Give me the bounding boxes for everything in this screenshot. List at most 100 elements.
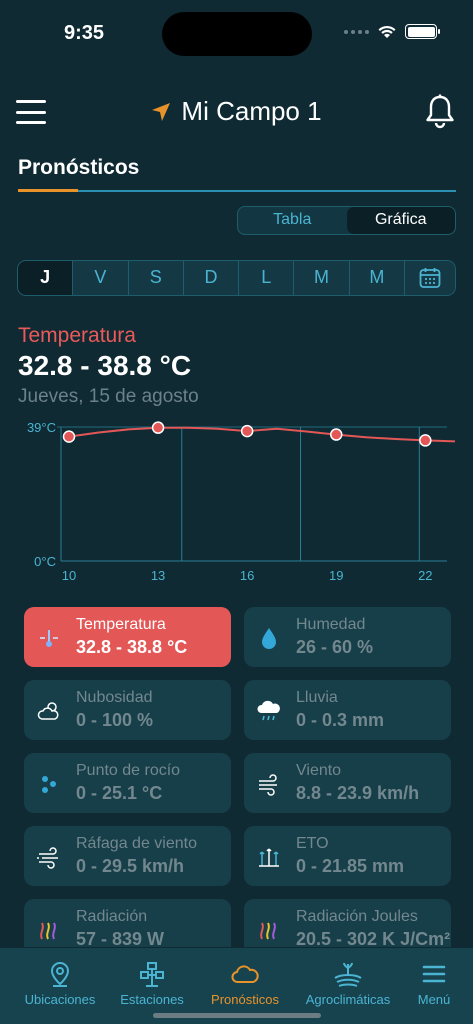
- card-nubosidad[interactable]: Nubosidad 0 - 100 %: [24, 680, 231, 740]
- chart-grid: [57, 426, 447, 562]
- card-value: 26 - 60 %: [296, 637, 374, 657]
- menu-icon: [422, 965, 446, 983]
- card-label: Temperatura: [76, 616, 166, 633]
- nav-menu[interactable]: Menú: [406, 960, 462, 1007]
- day-tab-1[interactable]: V: [73, 261, 129, 295]
- nav-label: Pronósticos: [211, 992, 279, 1007]
- bell-icon[interactable]: [423, 94, 457, 130]
- card-value: 0 - 25.1 °C: [76, 783, 163, 803]
- chart-y-tick-label: 39°C: [27, 420, 56, 435]
- chart-x-tick-label: 22: [418, 568, 432, 583]
- wind-icon: [259, 774, 277, 796]
- calendar-button[interactable]: [404, 261, 455, 295]
- location-title[interactable]: Mi Campo 1: [0, 96, 473, 127]
- nav-label: Menú: [417, 992, 451, 1007]
- card-temperatura[interactable]: Temperatura 32.8 - 38.8 °C: [24, 607, 231, 667]
- chart-point: [329, 428, 343, 441]
- card-value: 0 - 100 %: [76, 710, 154, 730]
- chart-x-tick-label: 16: [240, 568, 254, 583]
- nav-pronosticos[interactable]: Pronósticos: [204, 960, 286, 1007]
- evapotranspiration-icon: [259, 848, 279, 867]
- chart-y-ticks: 39°C 0°C: [27, 420, 56, 569]
- droplet-icon: [262, 628, 276, 649]
- chart-x-tick-label: 19: [329, 568, 343, 583]
- dew-drops-icon: [42, 776, 56, 793]
- home-indicator: [153, 1013, 321, 1018]
- chart-y-tick-label: 0°C: [34, 554, 56, 569]
- nav-estaciones[interactable]: Estaciones: [116, 960, 188, 1007]
- card-label: Radiación: [76, 908, 148, 925]
- nav-agroclimaticas[interactable]: Agroclimáticas: [302, 960, 394, 1007]
- card-value: 8.8 - 23.9 km/h: [296, 783, 420, 803]
- tab-underline: [18, 190, 456, 192]
- card-value: 20.5 - 302 K J/Cm²: [296, 929, 451, 947]
- toggle-tabla[interactable]: Tabla: [238, 207, 347, 234]
- chart-point: [62, 430, 76, 443]
- card-eto[interactable]: ETO 0 - 21.85 mm: [244, 826, 451, 886]
- status-bar: 9:35: [0, 0, 473, 70]
- chart-x-tick-label: 13: [151, 568, 165, 583]
- card-rafaga-de-viento[interactable]: Ráfaga de viento 0 - 29.5 km/h: [24, 826, 231, 886]
- chart-point: [151, 421, 165, 434]
- selected-metric-name: Temperatura: [18, 324, 136, 347]
- card-value: 0 - 21.85 mm: [296, 856, 405, 876]
- day-tab-6[interactable]: M: [349, 261, 405, 295]
- card-humedad[interactable]: Humedad 26 - 60 %: [244, 607, 451, 667]
- temperature-line: [68, 426, 456, 443]
- cellular-signal-icon: [344, 29, 369, 34]
- day-tab-2[interactable]: S: [128, 261, 184, 295]
- card-value: 32.8 - 38.8 °C: [76, 637, 188, 657]
- chart-markers: [62, 421, 432, 447]
- card-label: Lluvia: [296, 689, 338, 706]
- thermometer-icon: [40, 630, 58, 647]
- cloud-icon: [231, 965, 259, 983]
- nav-label: Agroclimáticas: [305, 992, 391, 1007]
- card-radiacion-joules[interactable]: Radiación Joules 20.5 - 302 K J/Cm²: [244, 899, 451, 947]
- status-icons: [344, 24, 440, 39]
- card-value: 0 - 0.3 mm: [296, 710, 385, 730]
- radiation-icon: [260, 922, 276, 940]
- card-punto-de-rocio[interactable]: Punto de rocío 0 - 25.1 °C: [24, 753, 231, 813]
- chart-x-tick-label: 10: [62, 568, 76, 583]
- card-radiacion[interactable]: Radiación 57 - 839 W: [24, 899, 231, 947]
- card-label: Punto de rocío: [76, 762, 181, 779]
- nav-label: Ubicaciones: [24, 992, 96, 1007]
- day-tab-5[interactable]: M: [294, 261, 350, 295]
- card-label: Humedad: [296, 616, 366, 633]
- card-lluvia[interactable]: Lluvia 0 - 0.3 mm: [244, 680, 451, 740]
- wifi-icon: [378, 25, 396, 38]
- calendar-icon: [419, 268, 441, 288]
- chart-point: [240, 424, 254, 438]
- day-tab-4[interactable]: L: [239, 261, 295, 295]
- card-viento[interactable]: Viento 8.8 - 23.9 km/h: [244, 753, 451, 813]
- selected-date: Jueves, 15 de agosto: [18, 386, 199, 407]
- view-toggle: Tabla Gráfica: [237, 206, 456, 235]
- selected-metric-range: 32.8 - 38.8 °C: [18, 350, 192, 381]
- field-icon: [334, 962, 362, 987]
- gust-icon: [37, 847, 58, 869]
- tab-pronosticos[interactable]: Pronósticos: [18, 156, 139, 180]
- battery-icon: [405, 24, 440, 39]
- chart-x-ticks: 10 13 16 19 22: [62, 568, 433, 583]
- camera-notch: [162, 12, 312, 56]
- station-icon: [140, 962, 164, 987]
- location-pin-icon: [50, 961, 70, 987]
- rain-cloud-icon: [257, 700, 280, 721]
- tab-underline-active: [18, 189, 78, 192]
- temperature-chart[interactable]: 39°C 0°C 10 13 16 19 22: [0, 415, 473, 590]
- nav-ubicaciones[interactable]: Ubicaciones: [20, 960, 100, 1007]
- card-label: Nubosidad: [76, 689, 153, 706]
- location-arrow-icon: [152, 102, 171, 121]
- cloud-sun-icon: [37, 702, 59, 720]
- status-time: 9:35: [64, 22, 105, 44]
- location-title-text: Mi Campo 1: [181, 96, 322, 126]
- toggle-grafica[interactable]: Gráfica: [346, 207, 455, 234]
- radiation-icon: [40, 922, 56, 940]
- day-selector: J V S D L M M: [17, 260, 456, 296]
- card-label: Viento: [296, 762, 342, 779]
- card-value: 0 - 29.5 km/h: [76, 856, 185, 876]
- day-tab-3[interactable]: D: [183, 261, 240, 295]
- day-tab-0[interactable]: J: [18, 261, 74, 295]
- card-label: Ráfaga de viento: [76, 835, 197, 852]
- card-value: 57 - 839 W: [76, 929, 165, 947]
